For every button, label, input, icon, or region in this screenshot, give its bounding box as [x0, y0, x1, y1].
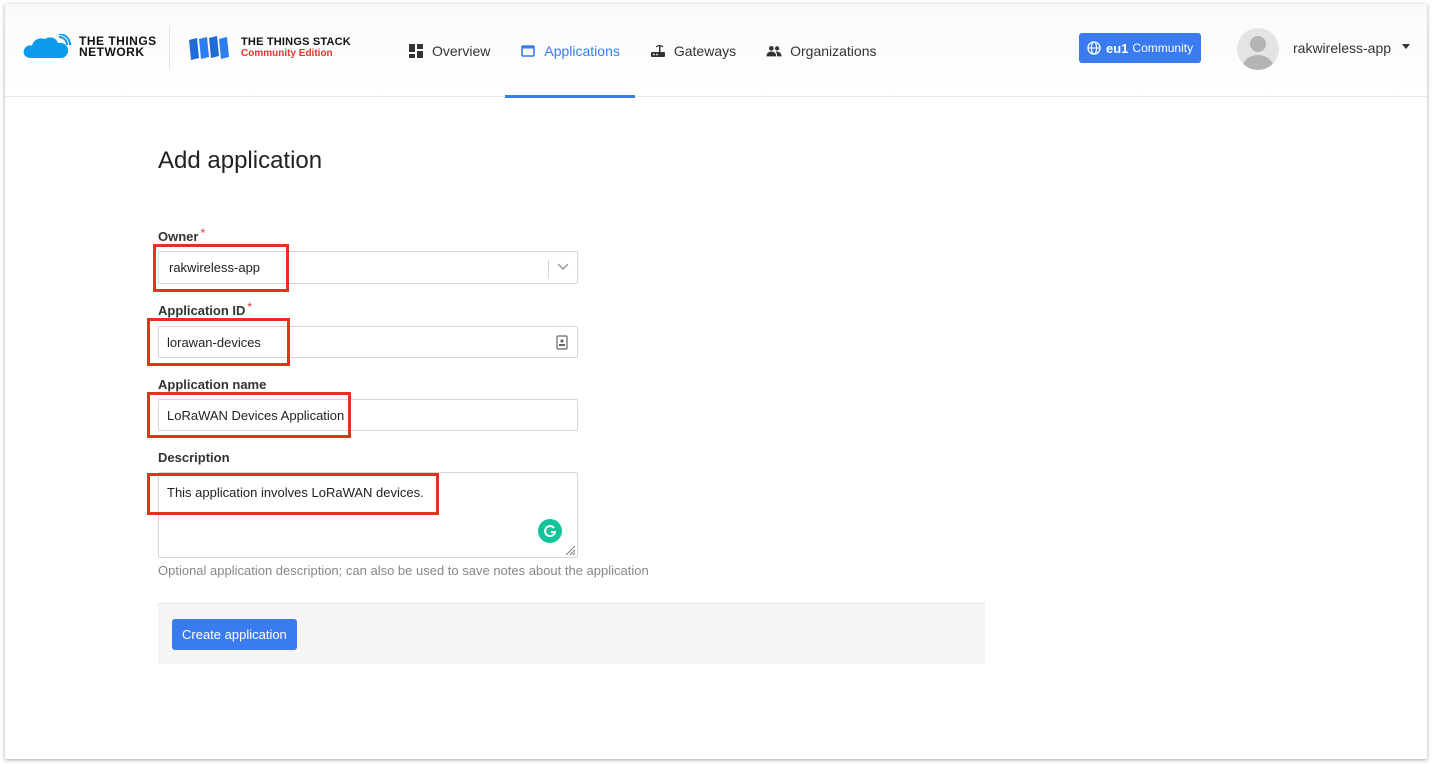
app-name-label: Application name: [158, 377, 267, 392]
main-nav: Overview Applications Gateways Organizat…: [393, 4, 892, 98]
dashboard-icon: [408, 43, 424, 59]
description-hint: Optional application description; can al…: [158, 563, 649, 578]
top-header: THE THINGS NETWORK THE THINGS STACK Comm…: [5, 4, 1427, 98]
nav-gateways-label: Gateways: [673, 42, 737, 59]
annotation-app-id-box: [147, 318, 290, 366]
ttn-logo[interactable]: THE THINGS NETWORK: [21, 34, 157, 60]
cluster-picker-button[interactable]: eu1 Community: [1079, 33, 1202, 63]
id-card-icon: [556, 335, 568, 350]
annotation-owner-box: [153, 244, 289, 292]
caret-down-icon[interactable]: [1402, 44, 1410, 50]
annotation-description-box: [147, 473, 439, 515]
select-separator: [548, 260, 549, 278]
logo-divider: [169, 26, 170, 70]
app-id-label: Application ID *: [158, 300, 253, 318]
cluster-region: eu1: [1106, 40, 1129, 56]
grammarly-icon[interactable]: [538, 519, 562, 543]
create-application-button[interactable]: Create application: [172, 619, 297, 650]
resize-handle-icon[interactable]: [564, 544, 576, 556]
nav-organizations[interactable]: Organizations: [751, 4, 891, 97]
cluster-label: Community: [1132, 41, 1194, 55]
user-name[interactable]: rakwireless-app: [1293, 40, 1391, 56]
nav-applications[interactable]: Applications: [505, 4, 635, 98]
nav-organizations-label: Organizations: [790, 42, 877, 59]
nav-applications-label: Applications: [544, 42, 620, 59]
avatar[interactable]: [1237, 28, 1279, 70]
tts-wordmark: THE THINGS STACK Community Edition: [241, 36, 351, 60]
nav-overview[interactable]: Overview: [393, 4, 505, 97]
description-label: Description: [158, 450, 230, 465]
nav-gateways[interactable]: Gateways: [635, 4, 751, 97]
stack-logo-icon: [189, 36, 229, 60]
cloud-icon: [23, 34, 71, 58]
router-icon: [650, 43, 666, 59]
page-title: Add application: [158, 147, 323, 174]
nav-overview-label: Overview: [432, 42, 491, 59]
required-marker: *: [200, 226, 206, 240]
app-window: THE THINGS NETWORK THE THINGS STACK Comm…: [5, 4, 1427, 759]
form-footer: Create application: [158, 603, 985, 664]
chevron-down-icon[interactable]: [557, 263, 569, 271]
ttn-wordmark: THE THINGS NETWORK: [79, 34, 157, 59]
owner-label: Owner *: [158, 226, 206, 244]
annotation-app-name-box: [147, 392, 351, 438]
people-icon: [766, 43, 782, 59]
required-marker: *: [247, 300, 253, 314]
application-icon: [520, 43, 536, 59]
globe-icon: [1087, 41, 1101, 55]
tts-logo[interactable]: THE THINGS STACK Community Edition: [189, 36, 351, 60]
